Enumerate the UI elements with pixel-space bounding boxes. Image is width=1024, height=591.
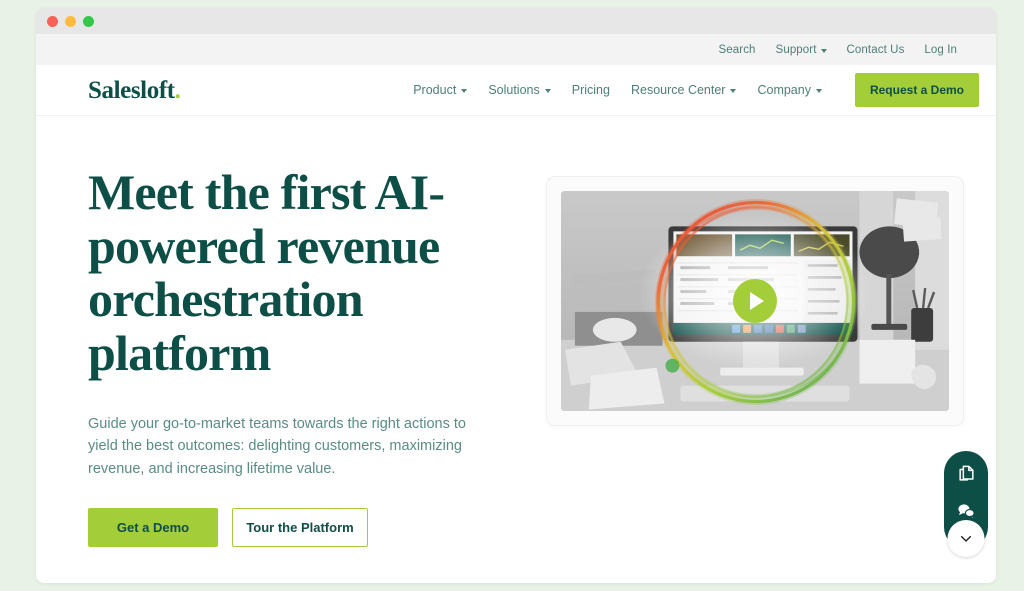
utility-link-contact-us[interactable]: Contact Us [847, 44, 905, 56]
nav-item-label: Product [413, 83, 457, 97]
chat-bubbles-icon[interactable] [956, 501, 976, 521]
chevron-down-icon [820, 48, 827, 53]
floating-action-dock [944, 451, 988, 557]
chevron-down-icon [815, 89, 822, 93]
hero-cta-group: Get a Demo Tour the Platform [88, 508, 508, 548]
hero-subtitle: Guide your go-to-market teams towards th… [88, 416, 466, 477]
nav-item-label: Solutions [488, 83, 540, 97]
utility-link-label: Contact Us [846, 43, 905, 56]
utility-link-label: Support [775, 43, 817, 56]
nav-item-product[interactable]: Product [413, 83, 468, 97]
hero-media [538, 166, 972, 547]
utility-bar: Search Support Contact Us Log In [36, 34, 996, 65]
utility-link-label: Search [718, 43, 756, 56]
minimize-window-button[interactable] [65, 15, 76, 27]
hero-section: Meet the first AI-powered revenue orches… [36, 116, 996, 548]
hero-copy: Meet the first AI-powered revenue orches… [88, 164, 508, 548]
nav-item-resource-center[interactable]: Resource Center [631, 83, 737, 97]
nav-item-solutions[interactable]: Solutions [488, 83, 551, 97]
page-title: Meet the first AI-powered revenue orches… [88, 164, 445, 381]
tour-the-platform-button[interactable]: Tour the Platform [232, 508, 368, 548]
documents-icon[interactable] [956, 463, 976, 483]
site-header: Salesloft. Product Solutions Pricing Res… [36, 65, 996, 116]
video-card [546, 176, 964, 426]
nav-item-pricing[interactable]: Pricing [572, 83, 610, 97]
utility-link-support[interactable]: Support [776, 44, 827, 56]
logo-wordmark: Salesloft [88, 76, 175, 104]
dock-collapse-toggle[interactable] [947, 520, 985, 557]
browser-titlebar [36, 8, 996, 34]
get-a-demo-button[interactable]: Get a Demo [88, 508, 218, 548]
nav-item-label: Pricing [571, 83, 610, 97]
utility-link-label: Log In [924, 43, 957, 56]
logo-dot: . [174, 76, 181, 104]
close-window-button[interactable] [47, 15, 58, 27]
main-navigation: Product Solutions Pricing Resource Cente… [413, 73, 979, 107]
play-icon [750, 292, 764, 310]
utility-link-search[interactable]: Search [719, 44, 756, 56]
chevron-down-icon [960, 535, 972, 542]
browser-window: Search Support Contact Us Log In Saleslo… [36, 8, 996, 583]
play-button[interactable] [733, 279, 777, 323]
nav-item-company[interactable]: Company [757, 83, 822, 97]
video-thumbnail[interactable] [561, 191, 949, 411]
nav-item-label: Resource Center [630, 83, 726, 97]
utility-link-log-in[interactable]: Log In [924, 44, 957, 56]
nav-item-label: Company [757, 83, 811, 97]
chevron-down-icon [461, 89, 468, 93]
request-demo-button[interactable]: Request a Demo [854, 73, 979, 107]
chevron-down-icon [544, 89, 551, 93]
chevron-down-icon [730, 89, 737, 93]
salesloft-logo[interactable]: Salesloft. [88, 78, 181, 103]
maximize-window-button[interactable] [83, 15, 94, 27]
